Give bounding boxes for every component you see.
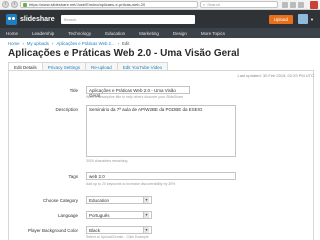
browser-search-input[interactable]: ⌕ Search xyxy=(200,1,278,8)
title-label: Title xyxy=(69,88,78,93)
language-selected-value: Português xyxy=(89,212,110,218)
chevron-down-icon[interactable]: ▼ xyxy=(310,17,314,22)
bgcolor-label: Player Background Color xyxy=(27,228,78,233)
nav-item-education[interactable]: Education xyxy=(105,31,125,36)
nav-item-technology[interactable]: Technology xyxy=(68,31,91,36)
chevron-down-icon: ▼ xyxy=(143,197,149,203)
tags-hint: Add up to 20 keywords to increase discov… xyxy=(86,182,176,186)
breadcrumb-separator: › xyxy=(117,41,119,46)
title-field[interactable]: Aplicações e Práticas Web 2.0 - Uma Visã… xyxy=(86,86,190,98)
breadcrumb-separator: › xyxy=(22,41,24,46)
nav-item-marketing[interactable]: Marketing xyxy=(139,31,159,36)
lock-icon xyxy=(23,2,27,7)
nav-item-design[interactable]: Design xyxy=(173,31,187,36)
site-search-input[interactable]: Search xyxy=(60,14,195,24)
nav-item-more-topics[interactable]: More Topics xyxy=(201,31,225,36)
address-bar[interactable]: https://www.slideshare.net/José/Ensino/a… xyxy=(20,1,198,8)
breadcrumb: Home › My uploads › Aplicações e Prática… xyxy=(8,41,129,46)
tags-label: Tags xyxy=(68,174,78,179)
category-nav: Home Leadership Technology Education Mar… xyxy=(0,28,320,38)
menu-icon[interactable] xyxy=(298,1,304,8)
language-label: Language xyxy=(57,213,78,218)
site-header: slideshare Search Upload ▼ xyxy=(0,10,320,28)
site-logo[interactable]: slideshare xyxy=(20,16,55,23)
category-label: Choose Category xyxy=(42,198,78,203)
description-hint: 3000 characters remaining xyxy=(86,159,128,163)
bookmark-icon[interactable] xyxy=(282,1,288,8)
home-icon[interactable] xyxy=(290,1,296,8)
bgcolor-select[interactable]: Black ▼ xyxy=(86,226,152,234)
description-label: Description xyxy=(55,107,78,112)
browser-toolbar: ‹ › https://www.slideshare.net/José/Ensi… xyxy=(0,0,320,10)
nav-item-leadership[interactable]: Leadership xyxy=(32,31,54,36)
back-button[interactable]: ‹ xyxy=(2,1,9,8)
nav-item-home[interactable]: Home xyxy=(6,31,18,36)
breadcrumb-home[interactable]: Home xyxy=(8,41,19,46)
avatar[interactable] xyxy=(298,14,309,24)
breadcrumb-presentation[interactable]: Aplicações e Práticas Web 2... xyxy=(56,41,114,46)
slideshare-logo-icon[interactable] xyxy=(6,13,17,25)
breadcrumb-separator: › xyxy=(51,41,54,46)
breadcrumb-current: Edit xyxy=(121,41,130,46)
browser-search-placeholder: Search xyxy=(207,2,220,7)
last-updated: Last updated: 30 Feb 2015, 02:29 PM UTC xyxy=(237,73,315,78)
tags-field[interactable]: web 2.0 xyxy=(86,172,236,180)
breadcrumb-my-uploads[interactable]: My uploads xyxy=(27,41,49,46)
page-title: Aplicações e Práticas Web 2.0 - Uma Visã… xyxy=(8,48,240,59)
site-search-placeholder: Search xyxy=(63,16,77,22)
close-icon[interactable] xyxy=(310,0,318,9)
search-icon: ⌕ xyxy=(203,2,206,7)
chevron-down-icon: ▼ xyxy=(143,212,149,218)
forward-button[interactable]: › xyxy=(11,1,18,8)
bgcolor-selected-value: Black xyxy=(89,227,101,233)
description-field[interactable]: Seminário da 7ª aula de AP/W2BE da PGDBE… xyxy=(86,105,236,157)
url-text: https://www.slideshare.net/José/Ensino/a… xyxy=(29,2,146,7)
upload-button[interactable]: Upload xyxy=(268,14,294,24)
chevron-down-icon: ▼ xyxy=(143,227,149,233)
title-hint: Write a descriptive title to help others… xyxy=(86,95,184,99)
category-selected-value: Education xyxy=(89,197,110,203)
bgcolor-hint: Select or Upload/Create - Click Example xyxy=(86,235,149,239)
language-select[interactable]: Português ▼ xyxy=(86,211,152,219)
category-select[interactable]: Education ▼ xyxy=(86,196,152,204)
